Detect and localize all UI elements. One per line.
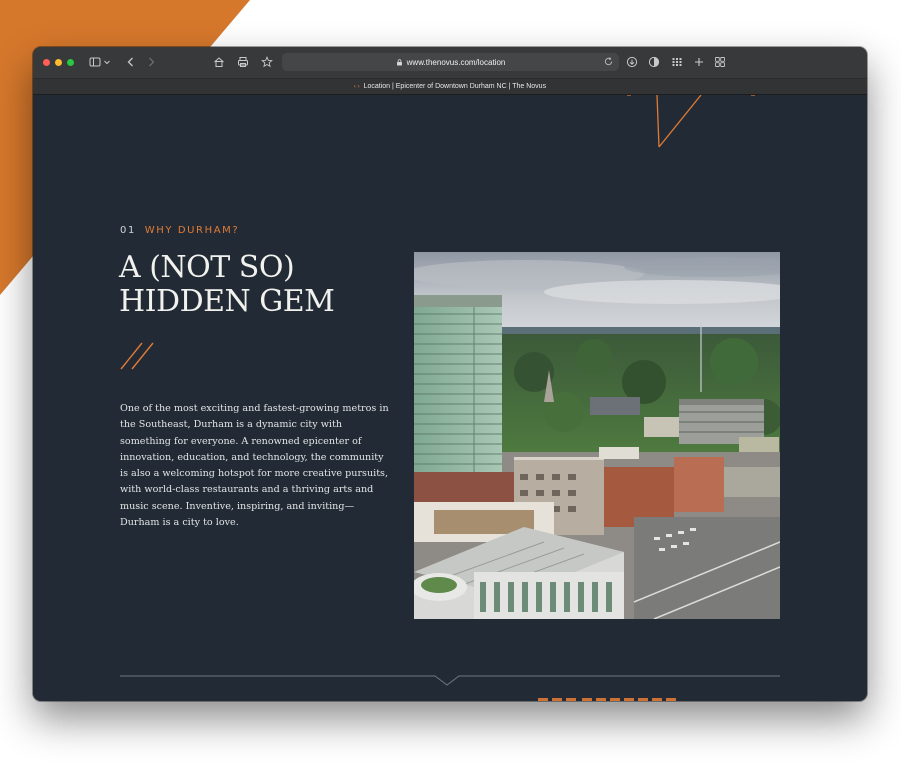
star-icon[interactable] [260, 55, 274, 69]
durham-aerial-photo [414, 252, 780, 619]
chevron-down-icon[interactable] [103, 55, 111, 69]
screenshot-stage: www.thenovus.com/location ‹ › Location |… [0, 0, 901, 771]
forward-icon[interactable] [144, 55, 158, 69]
grid-icon[interactable] [670, 55, 684, 69]
browser-window: www.thenovus.com/location ‹ › Location |… [33, 47, 867, 701]
browser-toolbar: www.thenovus.com/location [33, 47, 867, 79]
tabs-overview-icon[interactable] [713, 55, 727, 69]
intro-paragraph: One of the most exciting and fastest-gro… [120, 403, 389, 529]
zoom-window-button[interactable] [67, 59, 74, 66]
section-label: WHY DURHAM? [144, 225, 240, 236]
speaker-icon[interactable]: ‹ › [354, 84, 360, 90]
section-divider [120, 675, 780, 686]
double-slash-divider [120, 342, 154, 370]
home-icon[interactable] [212, 55, 226, 69]
shield-icon[interactable] [647, 55, 661, 69]
close-window-button[interactable] [43, 59, 50, 66]
lock-icon [396, 58, 402, 65]
headline-line-2: HIDDEN GEM [119, 284, 335, 319]
sidebar-icon[interactable] [88, 55, 102, 69]
headline-line-1: A (NOT SO) [119, 250, 295, 285]
url-text: www.thenovus.com/location [406, 57, 506, 67]
minimize-window-button[interactable] [55, 59, 62, 66]
browser-tab[interactable]: ‹ › Location | Epicenter of Downtown Dur… [33, 79, 867, 95]
print-icon[interactable] [236, 55, 250, 69]
page-title: A (NOT SO) HIDDEN GEM [119, 251, 419, 319]
tab-title: Location | Epicenter of Downtown Durham … [363, 83, 547, 90]
plus-icon[interactable] [692, 55, 706, 69]
section-number: 01 [120, 225, 136, 236]
back-icon[interactable] [124, 55, 138, 69]
download-icon[interactable] [625, 55, 639, 69]
next-section-peek [538, 695, 678, 701]
reload-icon[interactable] [603, 56, 614, 67]
decorative-chevron-lines [627, 95, 755, 148]
section-kicker: 01 WHY DURHAM? [120, 225, 239, 236]
address-bar[interactable]: www.thenovus.com/location [282, 53, 619, 71]
page-content: 01 WHY DURHAM? A (NOT SO) HIDDEN GEM One… [33, 95, 867, 701]
